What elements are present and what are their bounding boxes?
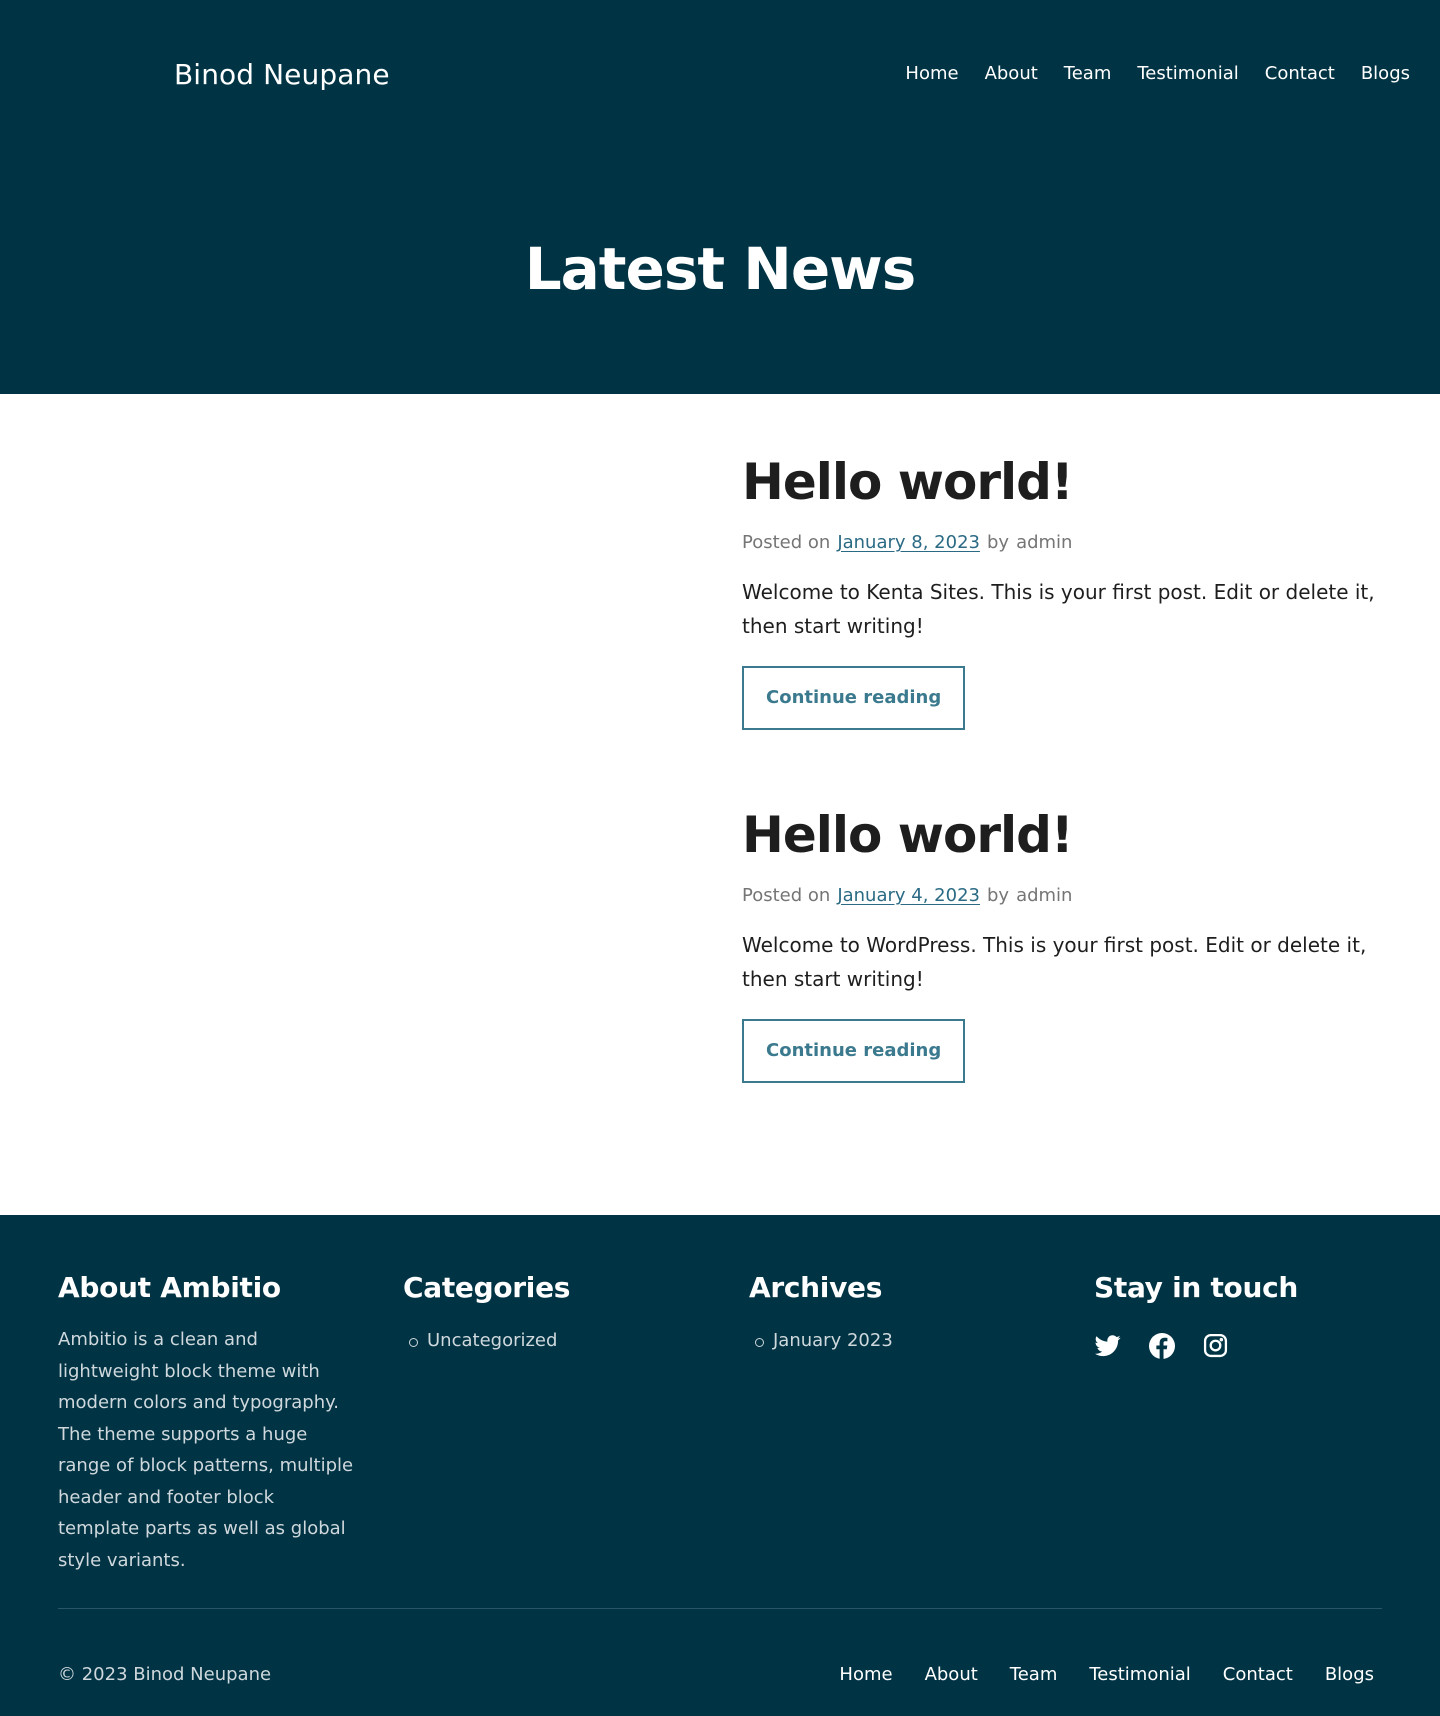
post-date-link[interactable]: January 4, 2023: [837, 885, 980, 906]
post-date-link[interactable]: January 8, 2023: [837, 532, 980, 553]
category-link-uncategorized[interactable]: Uncategorized: [427, 1330, 557, 1351]
continue-reading-button[interactable]: Continue reading: [742, 1019, 966, 1083]
post-title[interactable]: Hello world!: [742, 452, 1392, 512]
footer-nav-item-testimonial[interactable]: Testimonial: [1089, 1663, 1190, 1687]
footer-archives-heading: Archives: [749, 1271, 883, 1304]
nav-item-contact[interactable]: Contact: [1265, 62, 1335, 86]
site-header: Binod Neupane Home About Team Testimonia…: [0, 0, 1440, 394]
post-author: admin: [1016, 532, 1073, 553]
instagram-icon[interactable]: [1202, 1332, 1229, 1359]
nav-item-team[interactable]: Team: [1064, 62, 1112, 86]
nav-item-blogs[interactable]: Blogs: [1361, 62, 1410, 86]
footer-nav-item-team[interactable]: Team: [1010, 1663, 1058, 1687]
nav-item-home[interactable]: Home: [905, 62, 958, 86]
by-label: by: [986, 532, 1010, 553]
footer-stay-in-touch-heading: Stay in touch: [1094, 1271, 1299, 1304]
footer-divider: [58, 1608, 1382, 1609]
post-list: Hello world! Posted on January 8, 2023 b…: [0, 394, 1440, 1215]
footer-categories-heading: Categories: [403, 1271, 571, 1304]
footer-about: About Ambitio Ambitio is a clean and lig…: [58, 1271, 358, 1576]
posted-on-label: Posted on: [742, 532, 831, 553]
copyright-text: © 2023 Binod Neupane: [58, 1664, 272, 1685]
continue-reading-button[interactable]: Continue reading: [742, 666, 966, 730]
footer-nav-item-about[interactable]: About: [925, 1663, 978, 1687]
footer-about-text: Ambitio is a clean and lightweight block…: [58, 1329, 354, 1571]
posted-on-label: Posted on: [742, 885, 831, 906]
footer-nav-item-home[interactable]: Home: [839, 1663, 892, 1687]
footer-categories: Categories Uncategorized: [403, 1271, 703, 1354]
site-footer: About Ambitio Ambitio is a clean and lig…: [0, 1215, 1440, 1716]
category-item: Uncategorized: [403, 1328, 703, 1354]
post-item: Hello world! Posted on January 8, 2023 b…: [742, 452, 1392, 730]
page-title: Latest News: [524, 235, 917, 303]
by-label: by: [986, 885, 1010, 906]
footer-archives: Archives January 2023: [749, 1271, 1049, 1354]
post-excerpt: Welcome to WordPress. This is your first…: [742, 933, 1367, 991]
facebook-icon[interactable]: [1148, 1332, 1175, 1359]
archive-item: January 2023: [749, 1328, 1049, 1354]
footer-nav-item-contact[interactable]: Contact: [1223, 1663, 1293, 1687]
nav-item-testimonial[interactable]: Testimonial: [1137, 62, 1238, 86]
category-list: Uncategorized: [403, 1328, 703, 1354]
footer-stay-in-touch: Stay in touch: [1094, 1271, 1394, 1359]
post-item: Hello world! Posted on January 4, 2023 b…: [742, 805, 1392, 1083]
post-title[interactable]: Hello world!: [742, 805, 1392, 865]
post-excerpt: Welcome to Kenta Sites. This is your fir…: [742, 580, 1375, 638]
post-author: admin: [1016, 885, 1073, 906]
footer-about-heading: About Ambitio: [58, 1271, 281, 1304]
primary-nav: Home About Team Testimonial Contact Blog…: [905, 62, 1410, 86]
archive-list: January 2023: [749, 1328, 1049, 1354]
footer-nav: Home About Team Testimonial Contact Blog…: [839, 1663, 1374, 1687]
archive-link-january-2023[interactable]: January 2023: [773, 1330, 893, 1351]
footer-nav-item-blogs[interactable]: Blogs: [1325, 1663, 1374, 1687]
post-meta: Posted on January 8, 2023 by admin: [742, 532, 1392, 553]
twitter-icon[interactable]: [1094, 1332, 1121, 1359]
nav-item-about[interactable]: About: [985, 62, 1038, 86]
post-meta: Posted on January 4, 2023 by admin: [742, 885, 1392, 906]
site-title[interactable]: Binod Neupane: [174, 58, 390, 91]
social-links: [1094, 1332, 1394, 1359]
